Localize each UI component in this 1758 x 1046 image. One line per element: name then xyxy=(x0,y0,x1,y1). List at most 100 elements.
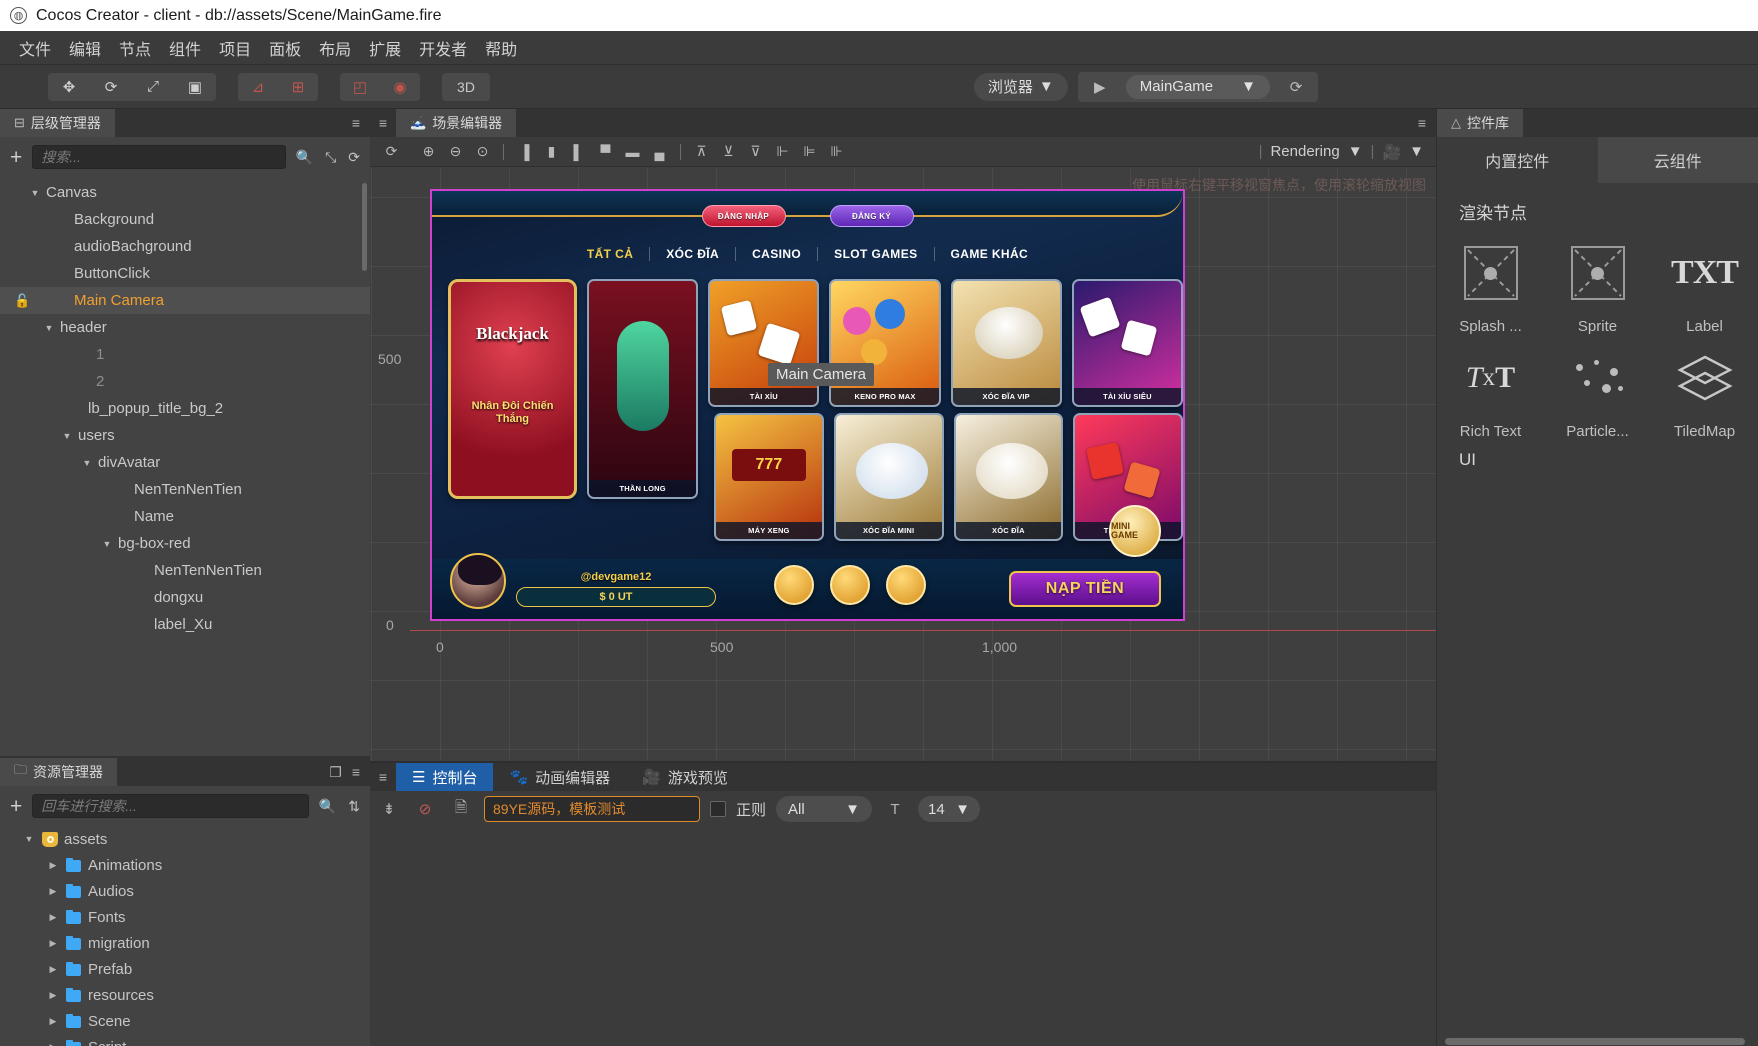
game-tile-may-xeng[interactable]: 777 MÁY XENG xyxy=(714,413,824,541)
deposit-button[interactable]: NẠP TIỀN xyxy=(1009,571,1161,607)
collapse-all-icon[interactable]: ⤡ xyxy=(325,149,336,166)
chevron-right-icon[interactable]: ▶ xyxy=(46,886,60,897)
widget-item-tiledmap[interactable]: TiledMap xyxy=(1651,339,1758,440)
camera-icon[interactable]: 🎥 xyxy=(1382,143,1401,161)
align-left-icon[interactable]: ▐ xyxy=(511,140,538,164)
chevron-right-icon[interactable]: ▶ xyxy=(46,1016,60,1027)
chevron-right-icon[interactable]: ▶ xyxy=(46,938,60,949)
align-top-icon[interactable]: ▀ xyxy=(592,140,619,164)
console-level-select[interactable]: All ▼ xyxy=(776,796,873,822)
sort-icon[interactable]: ⇅ xyxy=(348,798,360,815)
game-tile-xoc-dia[interactable]: XÓC ĐĨA xyxy=(953,413,1064,541)
align-middle-v-icon[interactable]: ▬ xyxy=(619,140,646,164)
game-action-icon-1[interactable] xyxy=(774,565,814,605)
game-tile-tai-xiu-sieu[interactable]: TÀI XỈU SIÊU xyxy=(1071,279,1183,407)
dimension-toggle-button[interactable]: 3D xyxy=(442,72,490,101)
tree-node-2[interactable]: 2 xyxy=(0,368,370,395)
asset-folder-animations[interactable]: ▶ Animations xyxy=(10,852,370,878)
sort-icon[interactable]: ⇟ xyxy=(376,797,402,821)
sync-icon[interactable]: ⟳ xyxy=(378,140,405,164)
game-nav-tat-ca[interactable]: TẤT CẢ xyxy=(571,247,651,261)
font-size-icon[interactable]: T xyxy=(882,797,908,821)
hierarchy-search-input[interactable]: 搜索... xyxy=(32,145,286,169)
widget-item-splash[interactable]: Splash ... xyxy=(1437,234,1544,335)
panel-menu-icon[interactable]: ≡ xyxy=(352,764,360,780)
pivot-tool-icon[interactable]: ⊿ xyxy=(238,73,278,101)
game-nav-casino[interactable]: CASINO xyxy=(736,247,819,261)
scene-viewport[interactable]: 使用鼠标右键平移视窗焦点，使用滚轮缩放视图 500 0 0 500 1,000 … xyxy=(370,167,1436,761)
tree-node-divavatar[interactable]: ▼ divAvatar xyxy=(0,449,370,476)
game-tile-keno-pro-max[interactable]: KENO PRO MAX xyxy=(829,279,941,407)
panel-menu-icon[interactable]: ≡ xyxy=(352,115,360,131)
refresh-icon[interactable]: ⟳ xyxy=(1274,78,1318,96)
game-preview-canvas[interactable]: ĐĂNG NHẬP ĐĂNG KÝ TẤT CẢ XÓC ĐĨA CASINO … xyxy=(430,189,1185,621)
chevron-down-icon[interactable]: ▼ xyxy=(60,431,74,441)
tab-widget-library[interactable]: △ 控件库 xyxy=(1437,109,1523,137)
mini-game-button[interactable]: MINI GAME xyxy=(1109,505,1161,557)
tree-node-header[interactable]: ▼ header xyxy=(0,314,370,341)
game-nav-xoc-dia[interactable]: XÓC ĐĨA xyxy=(650,247,737,261)
zoom-reset-icon[interactable]: ⊙ xyxy=(469,140,496,164)
console-filter-input[interactable]: 89YE源码，模板测试 xyxy=(484,796,700,822)
search-icon[interactable]: 🔍 xyxy=(319,798,336,815)
game-action-icon-2[interactable] xyxy=(830,565,870,605)
tree-node-audiobachground[interactable]: audioBachground xyxy=(0,233,370,260)
tree-node-name[interactable]: Name xyxy=(0,503,370,530)
file-icon[interactable]: 🗎 xyxy=(448,797,474,821)
chevron-down-icon[interactable]: ▼ xyxy=(22,834,36,844)
lock-icon[interactable]: 🔓 xyxy=(14,293,30,309)
zoom-in-icon[interactable]: ⊕ xyxy=(415,140,442,164)
game-nav-slot-games[interactable]: SLOT GAMES xyxy=(818,247,935,261)
chevron-down-icon[interactable]: ▼ xyxy=(1409,143,1424,160)
asset-folder-fonts[interactable]: ▶ Fonts xyxy=(10,904,370,930)
align-bottom-icon[interactable]: ▄ xyxy=(646,140,673,164)
login-button[interactable]: ĐĂNG NHẬP xyxy=(701,205,786,227)
play-icon[interactable]: ▶ xyxy=(1078,78,1122,96)
add-asset-button[interactable]: + xyxy=(10,796,22,817)
avatar[interactable] xyxy=(450,553,506,609)
tree-node-background[interactable]: Background xyxy=(0,206,370,233)
distribute-left-icon[interactable]: ⊩ xyxy=(769,140,796,164)
asset-folder-resources[interactable]: ▶ resources xyxy=(10,982,370,1008)
tree-node-1[interactable]: 1 xyxy=(0,341,370,368)
game-tile-tai-xiu[interactable]: TÀI XỈU xyxy=(708,279,820,407)
tree-node-lb-popup-title-bg-2[interactable]: lb_popup_title_bg_2 xyxy=(0,395,370,422)
menu-item-developer[interactable]: 开发者 xyxy=(410,32,476,64)
chevron-right-icon[interactable]: ▶ xyxy=(46,860,60,871)
assets-tree[interactable]: ▼ assets ▶ Animations ▶ Audios ▶ Fonts ▶… xyxy=(0,826,370,1046)
clear-icon[interactable]: ⊘ xyxy=(412,797,438,821)
scale-tool-icon[interactable]: ⤢ xyxy=(132,73,174,101)
global-coord-tool-icon[interactable]: ◉ xyxy=(380,73,420,101)
rect-tool-icon[interactable]: ▣ xyxy=(174,73,216,101)
tree-node-canvas[interactable]: ▼ Canvas xyxy=(0,179,370,206)
game-tile-than-long[interactable]: THẦN LONG xyxy=(587,279,699,499)
assets-search-input[interactable]: 回车进行搜索... xyxy=(32,794,309,818)
menu-item-panel[interactable]: 面板 xyxy=(260,32,310,64)
render-mode-label[interactable]: Rendering xyxy=(1270,143,1339,160)
chevron-down-icon[interactable]: ▼ xyxy=(1348,143,1363,160)
menu-item-help[interactable]: 帮助 xyxy=(476,32,526,64)
hierarchy-tree[interactable]: ▼ Canvas Background audioBachground Butt… xyxy=(0,177,370,756)
menu-item-edit[interactable]: 编辑 xyxy=(60,32,110,64)
chevron-right-icon[interactable]: ▶ xyxy=(46,1042,60,1046)
distribute-bottom-icon[interactable]: ⊽ xyxy=(742,140,769,164)
asset-folder-prefab[interactable]: ▶ Prefab xyxy=(10,956,370,982)
rotate-tool-icon[interactable]: ⟳ xyxy=(90,73,132,101)
zoom-out-icon[interactable]: ⊖ xyxy=(442,140,469,164)
chevron-down-icon[interactable]: ▼ xyxy=(100,539,114,549)
detach-panel-icon[interactable]: ❐ xyxy=(329,764,342,781)
tree-node-label-xu[interactable]: label_Xu xyxy=(0,611,370,638)
tree-node-dongxu[interactable]: dongxu xyxy=(0,584,370,611)
menu-item-layout[interactable]: 布局 xyxy=(310,32,360,64)
search-icon[interactable]: 🔍 xyxy=(296,149,313,166)
widget-library-hscrollbar[interactable] xyxy=(1437,1036,1758,1046)
chevron-down-icon[interactable]: ▼ xyxy=(80,458,94,468)
tab-assets[interactable]: 🗀 资源管理器 xyxy=(0,758,118,786)
local-coord-tool-icon[interactable]: ◰ xyxy=(340,73,380,101)
asset-folder-audios[interactable]: ▶ Audios xyxy=(10,878,370,904)
anchor-tool-icon[interactable]: ⊞ xyxy=(278,73,318,101)
tab-console[interactable]: ☰ 控制台 xyxy=(396,763,494,791)
asset-folder-migration[interactable]: ▶ migration xyxy=(10,930,370,956)
asset-root-assets[interactable]: ▼ assets xyxy=(10,826,370,852)
widget-item-sprite[interactable]: Sprite xyxy=(1544,234,1651,335)
